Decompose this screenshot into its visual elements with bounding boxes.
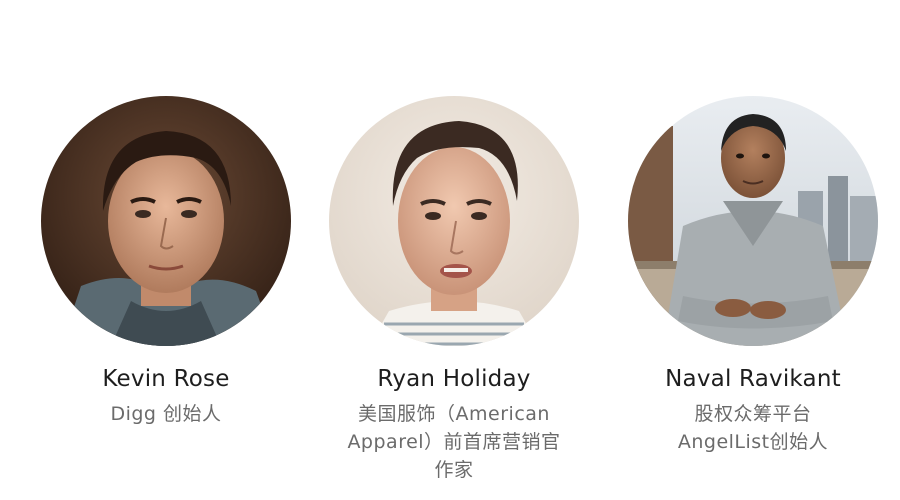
portrait-photo-icon — [628, 96, 878, 346]
avatar — [628, 96, 878, 346]
person-name: Naval Ravikant — [665, 366, 841, 392]
person-card-kevin-rose: Kevin Rose Digg 创始人 — [26, 96, 306, 428]
person-role-line: 股权众筹平台 — [694, 403, 812, 425]
person-name: Kevin Rose — [102, 366, 230, 392]
avatar — [41, 96, 291, 346]
person-role-line: Apparel）前首席营销官 — [347, 431, 561, 453]
person-name: Ryan Holiday — [377, 366, 531, 392]
portrait-photo-icon — [329, 96, 579, 346]
person-role-line: Digg 创始人 — [110, 403, 222, 425]
person-role-line: 作家 — [434, 459, 474, 481]
person-card-ryan-holiday: Ryan Holiday 美国服饰（American Apparel）前首席营销… — [314, 96, 594, 484]
person-role-line: 美国服饰（American — [358, 403, 550, 425]
person-role: 股权众筹平台 AngelList创始人 — [613, 400, 893, 456]
person-card-naval-ravikant: Naval Ravikant 股权众筹平台 AngelList创始人 — [613, 96, 893, 456]
portrait-photo-icon — [41, 96, 291, 346]
person-role: 美国服饰（American Apparel）前首席营销官 作家 — [314, 400, 594, 484]
person-role: Digg 创始人 — [26, 400, 306, 428]
page: Kevin Rose Digg 创始人 Ryan Holiday 美国服饰（Am… — [0, 0, 900, 500]
avatar — [329, 96, 579, 346]
person-role-line: AngelList创始人 — [677, 431, 829, 453]
